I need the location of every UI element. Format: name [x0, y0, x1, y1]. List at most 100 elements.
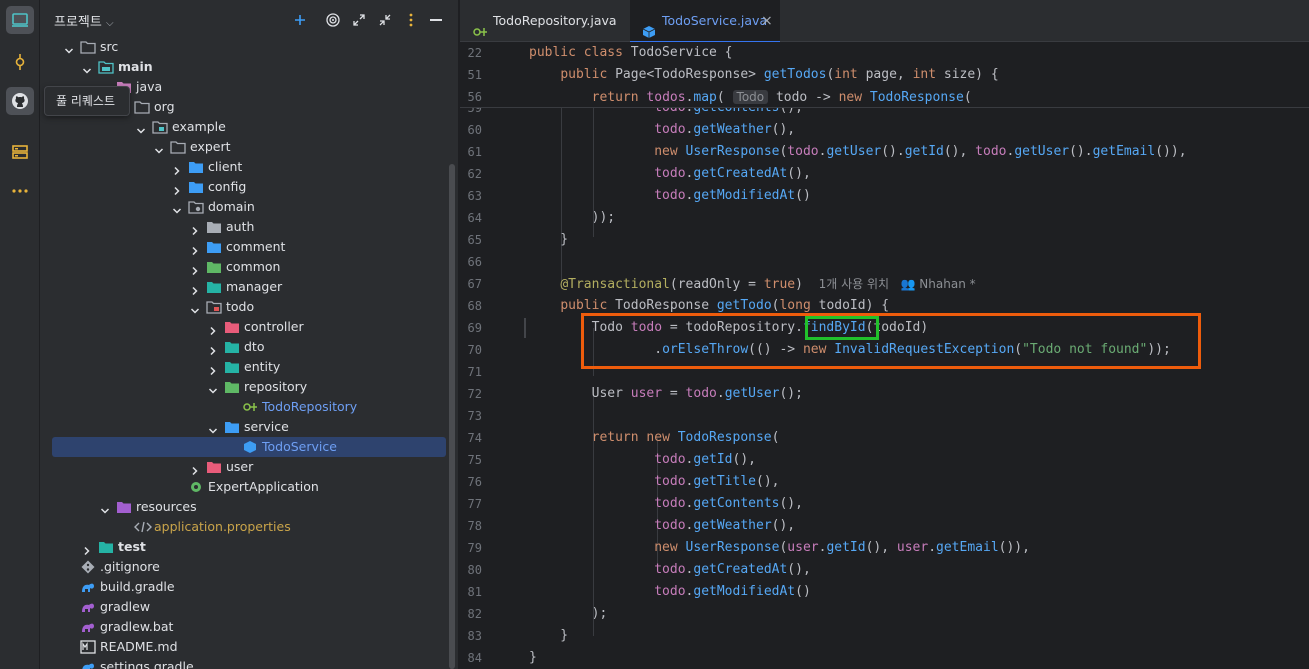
code-line[interactable]: @Transactional(readOnly = true) 1개 사용 위치…	[529, 273, 975, 295]
tree-item-manager[interactable]: manager	[40, 277, 458, 297]
tree-item-main[interactable]: main	[40, 57, 458, 77]
tree-item-todorepository[interactable]: TodoRepository	[40, 397, 458, 417]
tree-item-src[interactable]: src	[40, 37, 458, 57]
tab-todo-repository[interactable]: TodoRepository.java	[460, 0, 630, 42]
tree-item-readme-md[interactable]: README.md	[40, 637, 458, 657]
code-line[interactable]: return new TodoResponse(	[529, 427, 780, 449]
tree-item-client[interactable]: client	[40, 157, 458, 177]
sticky-code-line[interactable]: public Page<TodoResponse> getTodos(int p…	[529, 64, 998, 86]
tree-item-label: user	[226, 459, 254, 474]
code-line[interactable]: todo.getModifiedAt()	[529, 185, 811, 207]
tree-item-controller[interactable]: controller	[40, 317, 458, 337]
github-pull-requests-icon[interactable]	[6, 87, 34, 115]
code-line[interactable]: new UserResponse(todo.getUser().getId(),…	[529, 141, 1186, 163]
project-title[interactable]: 프로젝트 ⌵	[54, 11, 114, 30]
tree-item-label: service	[244, 419, 289, 434]
locate-icon[interactable]	[325, 12, 341, 28]
code-line[interactable]: ));	[529, 207, 615, 229]
tree-item-dto[interactable]: dto	[40, 337, 458, 357]
tree-item-user[interactable]: user	[40, 457, 458, 477]
project-scrollbar[interactable]	[449, 164, 455, 669]
tree-item-gradlew-bat[interactable]: gradlew.bat	[40, 617, 458, 637]
code-line[interactable]: new UserResponse(user.getId(), user.getE…	[529, 537, 1030, 559]
tree-item-gitignore[interactable]: .gitignore	[40, 557, 458, 577]
chevron-down-icon[interactable]	[100, 502, 110, 514]
tree-item-domain[interactable]: domain	[40, 197, 458, 217]
tree-item-todo[interactable]: todo	[40, 297, 458, 317]
chevron-down-icon[interactable]	[136, 122, 146, 134]
chevron-down-icon[interactable]	[64, 42, 74, 54]
folder-green-icon	[206, 260, 222, 274]
tree-item-repository[interactable]: repository	[40, 377, 458, 397]
chevron-right-icon[interactable]	[172, 162, 182, 176]
tree-item-expertapplication[interactable]: ExpertApplication	[40, 477, 458, 497]
chevron-down-icon[interactable]	[208, 382, 218, 394]
code-area[interactable]: 59 todo.getContents(),60 todo.getWeather…	[460, 42, 1309, 669]
code-line[interactable]: todo.getId(),	[529, 449, 756, 471]
tree-item-build-gradle[interactable]: build.gradle	[40, 577, 458, 597]
line-number: 72	[467, 387, 482, 401]
tree-item-test[interactable]: test	[40, 537, 458, 557]
chevron-down-icon[interactable]	[208, 422, 218, 434]
tree-item-resources[interactable]: resources	[40, 497, 458, 517]
services-icon[interactable]	[6, 138, 34, 166]
tree-item-service[interactable]: service	[40, 417, 458, 437]
tree-item-comment[interactable]: comment	[40, 237, 458, 257]
code-line[interactable]: todo.getModifiedAt()	[529, 581, 811, 603]
collapse-all-icon[interactable]	[377, 12, 393, 28]
tree-item-entity[interactable]: entity	[40, 357, 458, 377]
project-tool-icon[interactable]	[6, 6, 34, 34]
code-line[interactable]: );	[529, 603, 608, 625]
chevron-right-icon[interactable]	[190, 462, 200, 476]
code-line[interactable]: todo.getWeather(),	[529, 119, 795, 141]
code-line[interactable]: }	[529, 647, 537, 669]
tree-item-application-properties[interactable]: application.properties	[40, 517, 458, 537]
chevron-down-icon[interactable]	[172, 202, 182, 214]
code-line[interactable]: todo.getWeather(),	[529, 515, 795, 537]
line-number: 81	[467, 585, 482, 599]
chevron-right-icon[interactable]	[190, 262, 200, 276]
gradle-icon	[80, 660, 96, 669]
tree-item-todoservice[interactable]: TodoService	[40, 437, 458, 457]
chevron-down-icon[interactable]	[190, 302, 200, 314]
folder-pink-icon	[206, 460, 222, 474]
add-icon[interactable]	[292, 12, 308, 28]
tree-item-example[interactable]: example	[40, 117, 458, 137]
chevron-down-icon[interactable]	[82, 62, 92, 74]
chevron-right-icon[interactable]	[82, 542, 92, 556]
tree-item-settings-gradle[interactable]: settings.gradle	[40, 657, 458, 669]
sticky-scroll-header[interactable]: 22 public class TodoService {51 public Pa…	[460, 42, 1309, 108]
chevron-right-icon[interactable]	[172, 182, 182, 196]
more-tools-icon[interactable]	[6, 177, 34, 205]
chevron-right-icon[interactable]	[208, 322, 218, 336]
code-line[interactable]: todo.getCreatedAt(),	[529, 163, 811, 185]
chevron-right-icon[interactable]	[208, 362, 218, 376]
code-line[interactable]: }	[529, 229, 568, 251]
folder-blue-icon	[206, 240, 222, 254]
tree-item-expert[interactable]: expert	[40, 137, 458, 157]
code-line[interactable]: todo.getTitle(),	[529, 471, 779, 493]
sticky-code-line[interactable]: return todos.map( Todo todo -> new TodoR…	[529, 86, 972, 108]
tree-item-label: main	[118, 59, 153, 74]
code-line[interactable]: todo.getContents(),	[529, 493, 803, 515]
line-number: 82	[467, 607, 482, 621]
tree-item-config[interactable]: config	[40, 177, 458, 197]
commit-icon[interactable]	[6, 48, 34, 76]
tree-item-gradlew[interactable]: gradlew	[40, 597, 458, 617]
tab-todo-service[interactable]: TodoService.java ×	[630, 0, 780, 43]
expand-all-icon[interactable]	[351, 12, 367, 28]
hide-panel-icon[interactable]	[428, 12, 444, 28]
chevron-right-icon[interactable]	[190, 222, 200, 236]
code-line[interactable]: todo.getCreatedAt(),	[529, 559, 811, 581]
sticky-code-line[interactable]: public class TodoService {	[529, 42, 733, 64]
chevron-right-icon[interactable]	[208, 342, 218, 356]
chevron-right-icon[interactable]	[190, 282, 200, 296]
code-line[interactable]: User user = todo.getUser();	[529, 383, 803, 405]
tree-item-auth[interactable]: auth	[40, 217, 458, 237]
chevron-right-icon[interactable]	[190, 242, 200, 256]
options-icon[interactable]	[403, 12, 419, 28]
tree-item-common[interactable]: common	[40, 257, 458, 277]
chevron-down-icon[interactable]	[154, 142, 164, 154]
close-icon[interactable]: ×	[761, 0, 773, 42]
code-line[interactable]: }	[529, 625, 568, 647]
